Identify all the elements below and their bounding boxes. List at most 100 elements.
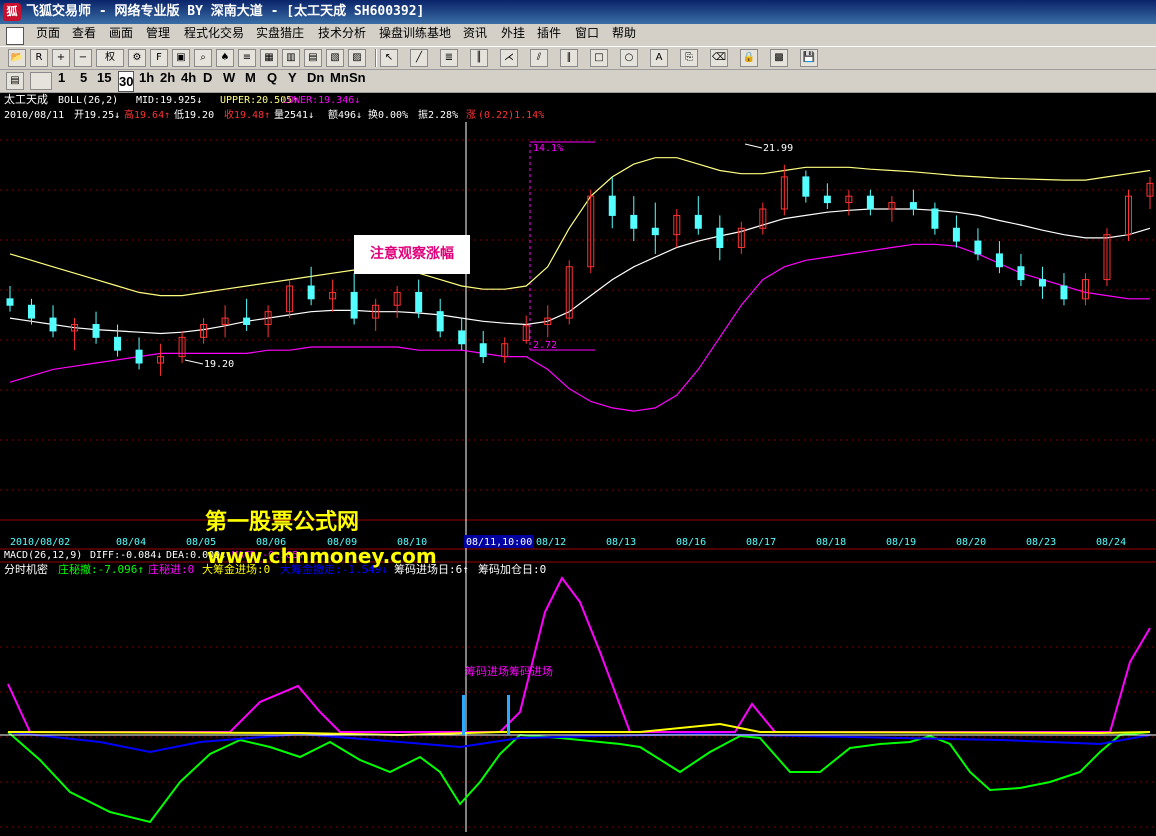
chart-svg[interactable]: 太工天成 BOLL(26,2) MID:19.925↓ UPPER:20.505↑LO… (0, 92, 1156, 832)
info-low: 低19.20 (174, 108, 214, 121)
period-Sn[interactable]: Sn (349, 70, 366, 92)
boll-lower-line (9, 243, 1150, 412)
menu-item-9[interactable]: 外挂 (501, 24, 525, 46)
candle-body (415, 291, 423, 313)
fan-icon[interactable]: ⋌ (500, 49, 518, 67)
menu-item-5[interactable]: 实盘猎庄 (256, 24, 304, 46)
f10-icon[interactable]: F (150, 49, 168, 67)
rsi-icon[interactable]: R (30, 49, 48, 67)
parallel-icon[interactable]: ∥ (560, 49, 578, 67)
news-icon[interactable]: ≡ (238, 49, 256, 67)
search-icon[interactable]: ⌕ (194, 49, 212, 67)
period-1h[interactable]: 1h (139, 70, 154, 92)
candle-body (931, 208, 939, 229)
info-turnover: 换0.00% (368, 108, 408, 121)
line-draw-icon[interactable]: ╱ (410, 49, 428, 67)
period-30[interactable]: 30 (118, 71, 135, 92)
grid-lines (0, 122, 1156, 832)
high-leader (744, 143, 763, 149)
toolbar-separator (375, 49, 377, 67)
weight-dropdown[interactable]: 权 (96, 49, 124, 67)
window3-icon[interactable]: ▤ (304, 49, 322, 67)
menu-item-1[interactable]: 查看 (72, 24, 96, 46)
candle-body (6, 298, 14, 306)
text-icon[interactable]: A (650, 49, 668, 67)
menu-item-12[interactable]: 帮助 (612, 24, 636, 46)
lock-icon[interactable]: 🔒 (740, 49, 758, 67)
open-icon[interactable]: 📂 (8, 49, 26, 67)
cursor-icon[interactable]: ↖ (380, 49, 398, 67)
alarm-icon[interactable]: ♠ (216, 49, 234, 67)
save-icon[interactable]: 💾 (800, 49, 818, 67)
window-title: 飞狐交易师 - 网络专业版 BY 深南大道 - [太工天成 SH600392] (26, 4, 425, 19)
menu-item-4[interactable]: 程式化交易 (184, 24, 244, 46)
window4-icon[interactable]: ▧ (326, 49, 344, 67)
menu-item-11[interactable]: 窗口 (575, 24, 599, 46)
info-change-value: (0.22)1.14% (478, 110, 544, 121)
candle-body (909, 202, 917, 210)
signal-bar (507, 695, 510, 735)
menu-item-7[interactable]: 操盘训练基地 (379, 24, 451, 46)
window2-icon[interactable]: ▥ (282, 49, 300, 67)
channel-icon[interactable]: ⫽ (530, 49, 548, 67)
info-amplitude: 振2.28% (418, 108, 458, 121)
color-icon[interactable]: ▩ (770, 49, 788, 67)
period-Mn[interactable]: Mn (330, 70, 349, 92)
info-change-label: 涨 (466, 109, 476, 121)
chart-area[interactable]: 太工天成 BOLL(26,2) MID:19.925↓ UPPER:20.505↑ LO… (0, 92, 1156, 832)
minus-icon[interactable]: − (74, 49, 92, 67)
x-axis-label-11: 08/18 (816, 537, 846, 548)
chart-style-dropdown[interactable] (30, 72, 52, 90)
candle-body (307, 285, 315, 300)
info-close: 收19.48↑ (224, 108, 270, 121)
watermark-url: www.chnmoney.com (207, 544, 437, 568)
sub-panel-lines (0, 576, 1156, 824)
low-leader (184, 359, 204, 365)
candle-body (92, 324, 100, 338)
window1-icon[interactable]: ▦ (260, 49, 278, 67)
period-Q[interactable]: Q (267, 70, 277, 92)
menu-item-8[interactable]: 资讯 (463, 24, 487, 46)
main-toolbar: 📂 R + − 权 ⚙ F ▣ ⌕ ♠ ≡ ▦ ▥ ▤ ▧ ▨ ↖ ╱ ≣ ║ ⋌ ⫽ ∥ □ ○ A ⎘ ⌫ 🔒 ▩ 💾 (0, 47, 1156, 70)
menu-item-10[interactable]: 插件 (537, 24, 561, 46)
candle-body (630, 214, 638, 229)
candle-body (866, 195, 874, 210)
chart-type-icon[interactable]: ▤ (6, 72, 24, 90)
period-Y[interactable]: Y (288, 70, 297, 92)
bars-icon[interactable]: ║ (470, 49, 488, 67)
period-M[interactable]: M (245, 70, 256, 92)
eraser-icon[interactable]: ⌫ (710, 49, 728, 67)
copy-icon[interactable]: ⎘ (680, 49, 698, 67)
menu-item-6[interactable]: 技术分析 (318, 24, 366, 46)
fibo-icon[interactable]: ≣ (440, 49, 458, 67)
low-label: 19.20 (204, 359, 234, 370)
yellow-line (7, 722, 1151, 737)
window5-icon[interactable]: ▨ (348, 49, 366, 67)
candle-body (350, 291, 358, 319)
add-icon[interactable]: + (52, 49, 70, 67)
marker-top: 14.1% (533, 143, 563, 154)
menu-item-2[interactable]: 画面 (109, 24, 133, 46)
x-axis-label-0: 2010/08/02 (10, 537, 70, 548)
period-1[interactable]: 1 (58, 70, 65, 92)
candle-body (114, 336, 122, 351)
period-D[interactable]: D (203, 70, 212, 92)
period-5[interactable]: 5 (80, 70, 87, 92)
candle-body (28, 304, 36, 319)
period-2h[interactable]: 2h (160, 70, 175, 92)
x-axis-label-12: 08/19 (886, 537, 916, 548)
period-Dn[interactable]: Dn (307, 70, 324, 92)
menu-item-0[interactable]: 页面 (36, 24, 60, 46)
rect-icon[interactable]: □ (590, 49, 608, 67)
period-4h[interactable]: 4h (181, 70, 196, 92)
watermark-cn: 第一股票公式网 (205, 510, 360, 535)
book-icon[interactable]: ▣ (172, 49, 190, 67)
tools-icon[interactable]: ⚙ (128, 49, 146, 67)
menu-item-3[interactable]: 管理 (146, 24, 170, 46)
ellipse-icon[interactable]: ○ (620, 49, 638, 67)
period-15[interactable]: 15 (97, 70, 111, 92)
candle-body (243, 317, 251, 325)
period-W[interactable]: W (223, 70, 235, 92)
app-menu-icon[interactable] (6, 27, 24, 45)
magenta-line (7, 576, 1151, 733)
